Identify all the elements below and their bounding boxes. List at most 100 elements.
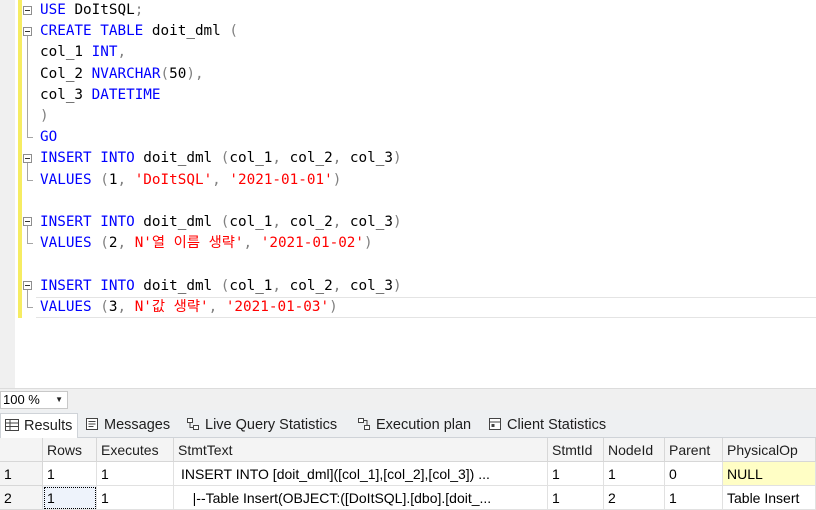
table-cell[interactable]: 1 <box>548 486 604 510</box>
sql-symbol: ( <box>160 65 170 82</box>
sql-string: 'DoItSQL' <box>134 171 213 188</box>
sql-symbol: ), <box>186 65 204 82</box>
editor-status-strip: 100 % ▼ <box>0 388 816 410</box>
sql-symbol: , <box>243 235 261 252</box>
sql-symbol: , <box>117 44 127 61</box>
sql-identifier: doit_dml <box>151 23 230 40</box>
code-line[interactable]: VALUES (3, N'값 생략', '2021-01-03') <box>40 297 338 318</box>
sql-symbol: , <box>212 171 230 188</box>
column-header-parent[interactable]: Parent <box>665 438 723 462</box>
zoom-dropdown[interactable]: 100 % ▼ <box>0 391 68 409</box>
code-line[interactable]: col_1 INT, <box>40 42 126 63</box>
column-header-stmtid[interactable]: StmtId <box>548 438 604 462</box>
sql-symbol: , <box>117 171 135 188</box>
table-cell[interactable]: 1 <box>97 462 174 486</box>
column-header-rows[interactable]: Rows <box>43 438 97 462</box>
results-grid[interactable]: Rows Executes StmtText StmtId NodeId Par… <box>0 438 816 510</box>
row-number[interactable]: 2 <box>0 486 43 510</box>
tab-execution-plan[interactable]: Execution plan <box>357 413 471 438</box>
table-cell[interactable]: 1 <box>604 462 665 486</box>
collapse-toggle-icon[interactable] <box>23 217 32 226</box>
collapse-toggle-icon[interactable] <box>23 281 32 290</box>
sql-string: '2021-01-03' <box>225 298 330 315</box>
table-cell[interactable]: 2 <box>604 486 665 510</box>
column-header-executes[interactable]: Executes <box>97 438 174 462</box>
tab-client-statistics[interactable]: Client Statistics <box>488 413 606 438</box>
sql-identifier: doit_dml <box>143 277 221 294</box>
sql-keyword: VALUES <box>40 235 101 252</box>
column-header-physicalop[interactable]: PhysicalOp <box>723 438 816 462</box>
table-cell[interactable]: 1 <box>665 486 723 510</box>
sql-identifier: col_1 <box>229 277 273 294</box>
zoom-value: 100 % <box>3 392 40 407</box>
results-tabbar: Results Messages Live Query Statistics E… <box>0 410 816 438</box>
row-header-corner <box>0 438 43 462</box>
outline-guide-end <box>27 243 33 244</box>
code-line[interactable]: col_3 DATETIME <box>40 85 161 106</box>
code-line[interactable]: Col_2 NVARCHAR(50), <box>40 64 204 85</box>
code-line[interactable]: VALUES (1, 'DoItSQL', '2021-01-01') <box>40 170 341 191</box>
code-line[interactable]: VALUES (2, N'열 이름 생략', '2021-01-02') <box>40 233 373 254</box>
column-header-nodeid[interactable]: NodeId <box>604 438 665 462</box>
sql-identifier: col_3 <box>349 150 393 167</box>
tab-live-query-statistics[interactable]: Live Query Statistics <box>186 413 337 438</box>
dropdown-arrow-icon[interactable]: ▼ <box>55 392 63 408</box>
sql-keyword: INSERT INTO <box>40 214 144 230</box>
editor-margin <box>0 0 15 388</box>
sql-symbol: , <box>272 150 290 167</box>
sql-keyword: NVARCHAR <box>91 65 161 82</box>
code-line[interactable]: INSERT INTO doit_dml (col_1, col_2, col_… <box>40 148 402 169</box>
sql-identifier: Col_2 <box>40 65 92 82</box>
outline-guide-end <box>27 180 33 181</box>
code-line[interactable]: GO <box>40 127 57 148</box>
table-cell-null[interactable]: NULL <box>723 462 816 486</box>
table-cell[interactable]: |--Table Insert(OBJECT:([DoItSQL].[dbo].… <box>174 486 548 510</box>
sql-symbol: , <box>208 298 226 315</box>
table-cell[interactable]: INSERT INTO [doit_dml]([col_1],[col_2],[… <box>174 462 548 486</box>
sql-symbol: , <box>332 214 350 230</box>
code-line[interactable]: CREATE TABLE doit_dml ( <box>40 21 238 42</box>
sql-keyword: GO <box>40 129 58 146</box>
query-editor[interactable]: USE DoItSQL; CREATE TABLE doit_dml (col_1… <box>0 0 816 388</box>
table-cell[interactable]: 1 <box>97 486 174 510</box>
sql-identifier: col_2 <box>289 150 333 167</box>
sql-string: '2021-01-02' <box>260 235 365 252</box>
code-line[interactable]: INSERT INTO doit_dml (col_1, col_2, col_… <box>40 212 402 233</box>
sql-symbol: ) <box>332 171 342 188</box>
sql-symbol: , <box>117 298 135 315</box>
table-cell[interactable]: 0 <box>665 462 723 486</box>
sql-identifier: col_3 <box>40 86 92 103</box>
tab-results[interactable]: Results <box>0 413 78 438</box>
outline-guide-end <box>27 137 33 138</box>
code-line[interactable]: INSERT INTO doit_dml (col_1, col_2, col_… <box>40 276 402 297</box>
sql-symbol: ) <box>40 108 49 124</box>
sql-keyword: VALUES <box>40 298 101 315</box>
table-cell[interactable]: 1 <box>43 462 97 486</box>
sql-symbol: , <box>332 277 350 294</box>
sql-keyword: INSERT INTO <box>40 277 144 294</box>
sql-symbol: ( <box>229 23 238 40</box>
sql-symbol: , <box>117 235 135 252</box>
column-header-stmttext[interactable]: StmtText <box>174 438 548 462</box>
sql-keyword: DATETIME <box>91 86 161 103</box>
table-cell[interactable]: Table Insert <box>723 486 816 510</box>
code-line[interactable]: USE DoItSQL; <box>40 0 143 21</box>
collapse-toggle-icon[interactable] <box>23 6 32 15</box>
collapse-toggle-icon[interactable] <box>23 154 32 163</box>
sql-identifier: col_3 <box>349 214 393 230</box>
sql-keyword: VALUES <box>40 171 101 188</box>
sql-symbol: ( <box>100 171 109 188</box>
sql-symbol: ) <box>364 235 373 252</box>
table-cell[interactable]: 1 <box>548 462 604 486</box>
sql-identifier: col_2 <box>289 214 333 230</box>
sql-symbol: , <box>332 150 350 167</box>
sql-symbol: ) <box>392 214 402 230</box>
sql-keyword: USE <box>40 2 75 18</box>
table-cell-selected[interactable]: 1 <box>43 486 97 510</box>
collapse-toggle-icon[interactable] <box>23 27 32 36</box>
code-line[interactable]: ) <box>40 106 49 127</box>
tab-label: Results <box>24 418 73 434</box>
tab-messages[interactable]: Messages <box>85 413 170 438</box>
sql-keyword: INSERT INTO <box>40 150 144 167</box>
row-number[interactable]: 1 <box>0 462 43 486</box>
